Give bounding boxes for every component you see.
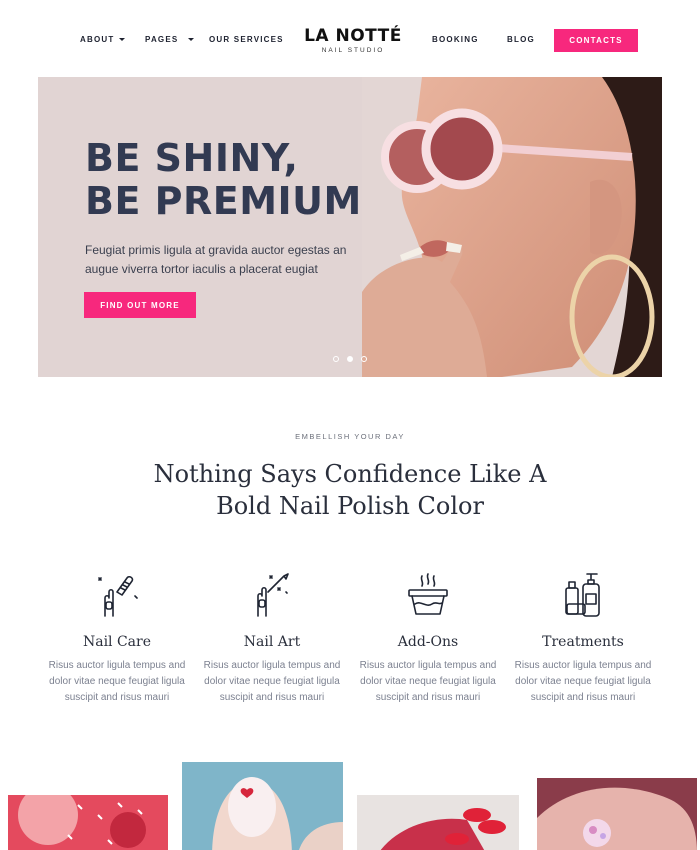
bottles-icon: [565, 573, 600, 617]
nav-pages-label: Pages: [145, 35, 179, 44]
chevron-down-icon: [119, 38, 126, 41]
hero-slider: BE SHINY, BE PREMIUM Feugiat primis ligu…: [38, 77, 662, 377]
nav-blog[interactable]: Blog: [507, 35, 535, 44]
service-title: Nail Care: [82, 634, 152, 650]
nail-brush-icon: [257, 573, 289, 617]
nav-pages[interactable]: Pages: [145, 35, 195, 44]
service-description: Risus auctor ligula tempus and dolor vit…: [359, 660, 497, 703]
chevron-down-icon: [188, 38, 195, 41]
bowl-icon: [408, 573, 448, 615]
find-out-more-button[interactable]: Find out more: [84, 292, 196, 318]
gallery-image-1[interactable]: [8, 795, 168, 850]
hero-image: [362, 77, 662, 377]
service-title: Add-Ons: [397, 634, 459, 650]
gallery-image-3[interactable]: [357, 795, 519, 850]
contacts-button[interactable]: Contacts: [554, 29, 638, 52]
service-title: Nail Art: [243, 634, 301, 650]
service-description: Risus auctor ligula tempus and dolor vit…: [48, 660, 186, 703]
slider-dots: [333, 356, 367, 362]
nav-services-label: Our Services: [209, 35, 284, 44]
section-eyebrow: Embellish your day: [295, 432, 405, 441]
nav-our-services[interactable]: Our Services: [209, 35, 284, 44]
nail-file-icon: [98, 575, 138, 617]
service-card: Nail Art Risus auctor ligula tempus and …: [197, 572, 347, 706]
slider-dot[interactable]: [361, 356, 367, 362]
section-headline: Nothing Says Confidence Like A Bold Nail…: [153, 460, 547, 520]
logo-tagline: NAIL STUDIO: [321, 47, 385, 54]
nav-booking[interactable]: Booking: [432, 35, 479, 44]
nav-blog-label: Blog: [507, 35, 535, 44]
top-navigation: About Pages Our Services LA NOTTÉ NAIL S…: [0, 0, 700, 80]
service-description: Risus auctor ligula tempus and dolor vit…: [203, 660, 341, 703]
logo-name: LA NOTTÉ: [304, 26, 402, 46]
gallery-image-4[interactable]: [537, 778, 697, 850]
service-description: Risus auctor ligula tempus and dolor vit…: [514, 660, 652, 703]
service-card: Add-Ons Risus auctor ligula tempus and d…: [353, 572, 503, 706]
service-title: Treatments: [542, 634, 624, 650]
nav-about-label: About: [80, 35, 115, 44]
hero-text: Feugiat primis ligula at gravida auctor …: [85, 243, 347, 276]
slider-dot-active[interactable]: [347, 356, 353, 362]
slider-dot[interactable]: [333, 356, 339, 362]
hero-title: BE SHINY, BE PREMIUM: [85, 136, 362, 223]
gallery-image-2[interactable]: [182, 762, 343, 850]
site-logo[interactable]: LA NOTTÉ NAIL STUDIO: [300, 26, 406, 55]
service-card: Nail Care Risus auctor ligula tempus and…: [42, 572, 192, 706]
nav-about[interactable]: About: [80, 35, 126, 44]
nav-booking-label: Booking: [432, 35, 479, 44]
service-card: Treatments Risus auctor ligula tempus an…: [508, 572, 658, 706]
